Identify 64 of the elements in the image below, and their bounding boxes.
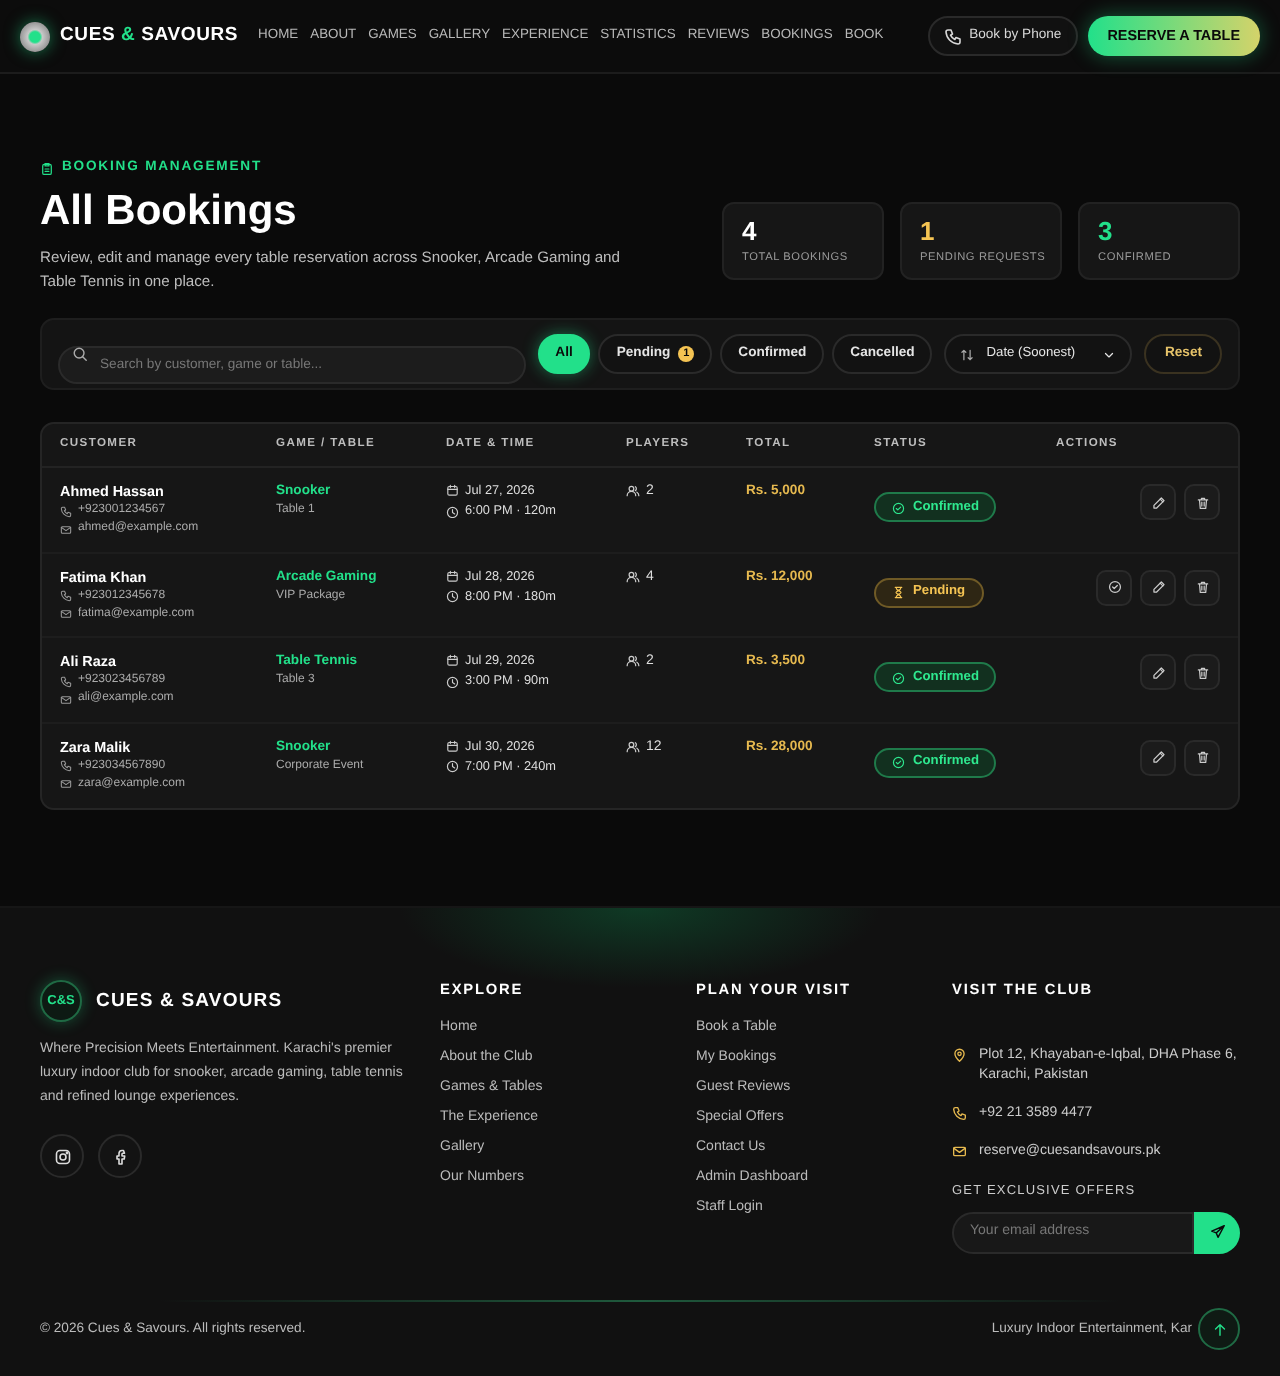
users-icon bbox=[626, 739, 640, 754]
calendar-icon bbox=[446, 569, 459, 583]
mail-icon bbox=[60, 523, 72, 536]
check-circle-icon bbox=[892, 671, 905, 685]
stat-value: 3 bbox=[1098, 216, 1115, 246]
delete-button[interactable] bbox=[1184, 569, 1220, 606]
mail-icon bbox=[60, 693, 72, 706]
confirm-button[interactable] bbox=[1096, 569, 1132, 606]
mail-icon bbox=[952, 1144, 967, 1160]
edit-button[interactable] bbox=[1140, 739, 1176, 776]
arrow-up-icon bbox=[1211, 1321, 1227, 1338]
search-icon bbox=[72, 346, 88, 363]
phone-icon bbox=[60, 760, 72, 773]
edit-button[interactable] bbox=[1140, 654, 1176, 691]
stat-value: 1 bbox=[920, 216, 937, 246]
users-icon bbox=[626, 484, 640, 499]
phone-icon bbox=[943, 27, 962, 45]
clock-icon bbox=[446, 505, 459, 519]
edit-button[interactable] bbox=[1140, 569, 1176, 606]
clock-icon bbox=[446, 590, 459, 604]
phone-icon bbox=[60, 505, 72, 518]
phone-icon bbox=[60, 675, 72, 688]
phone-icon bbox=[60, 590, 72, 603]
clock-icon bbox=[446, 675, 459, 689]
pencil-icon bbox=[1151, 495, 1165, 510]
brand-name[interactable]: CUES & SAVOURS bbox=[60, 21, 239, 51]
page-title: All Bookings bbox=[40, 186, 299, 239]
trash-icon bbox=[1195, 750, 1209, 765]
location-pin-icon bbox=[952, 1048, 967, 1064]
subscribe-button[interactable] bbox=[1194, 1211, 1240, 1254]
calendar-icon bbox=[446, 484, 459, 498]
check-circle-icon bbox=[1107, 580, 1121, 595]
delete-button[interactable] bbox=[1184, 484, 1220, 521]
hourglass-icon bbox=[892, 586, 905, 600]
send-icon bbox=[1209, 1224, 1225, 1241]
calendar-icon bbox=[446, 654, 459, 668]
clipboard-icon bbox=[40, 161, 54, 176]
pencil-icon bbox=[1151, 750, 1165, 765]
stat-value: 4 bbox=[742, 216, 759, 246]
footer-brand-name: CUES & SAVOURS bbox=[96, 987, 283, 1016]
check-circle-icon bbox=[892, 756, 905, 770]
mail-icon bbox=[60, 608, 72, 621]
instagram-icon bbox=[53, 1147, 71, 1166]
delete-button[interactable] bbox=[1184, 739, 1220, 776]
scroll-to-top-button[interactable] bbox=[1198, 1308, 1240, 1351]
pencil-icon bbox=[1151, 665, 1165, 680]
chevron-down-icon bbox=[1102, 347, 1117, 362]
pencil-icon bbox=[1151, 580, 1165, 595]
users-icon bbox=[626, 654, 640, 669]
mail-icon bbox=[60, 778, 72, 791]
trash-icon bbox=[1195, 580, 1209, 595]
users-icon bbox=[626, 569, 640, 584]
calendar-icon bbox=[446, 739, 459, 753]
phone-icon bbox=[952, 1106, 967, 1122]
delete-button[interactable] bbox=[1184, 654, 1220, 691]
sort-icon bbox=[960, 347, 975, 362]
facebook-icon bbox=[111, 1147, 129, 1166]
trash-icon bbox=[1195, 495, 1209, 510]
instagram-button[interactable] bbox=[40, 1134, 84, 1179]
facebook-button[interactable] bbox=[98, 1134, 142, 1179]
check-circle-icon bbox=[892, 501, 905, 515]
edit-button[interactable] bbox=[1140, 484, 1176, 521]
trash-icon bbox=[1195, 665, 1209, 680]
clock-icon bbox=[446, 760, 459, 774]
